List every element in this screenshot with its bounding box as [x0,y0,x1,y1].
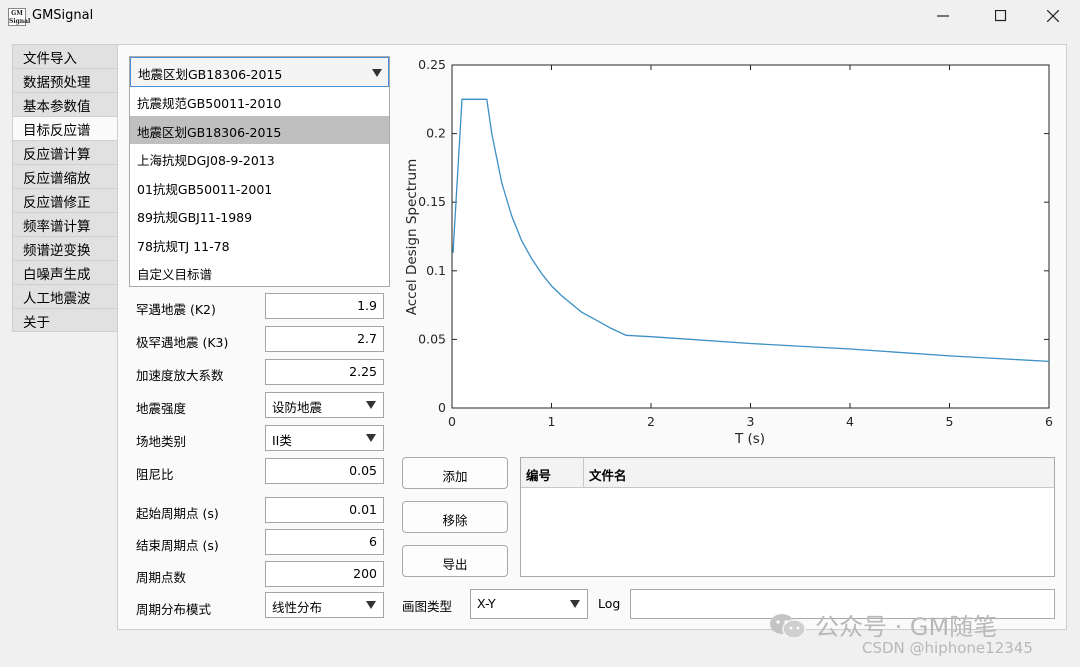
amp-field[interactable]: 2.25 [265,359,384,385]
chevron-down-icon [372,69,382,77]
y-tick-label: 0.25 [418,57,446,72]
y-tick-label: 0.2 [426,126,446,141]
maximize-icon [995,10,1007,22]
file-table[interactable]: 编号 文件名 [520,457,1055,577]
tab-10[interactable]: 人工地震波 [12,284,118,308]
period-count-label: 周期点数 [136,570,187,585]
close-icon [1047,10,1059,22]
dropdown-option[interactable]: 上海抗规DGJ08-9-2013 [130,144,389,173]
end-period-field[interactable]: 6 [265,529,384,555]
tab-0[interactable]: 文件导入 [12,44,118,68]
start-period-label: 起始周期点 (s) [136,506,219,521]
chevron-down-icon [366,434,376,442]
intensity-value: 设防地震 [272,400,323,415]
plot-type-label: 画图类型 [402,599,453,614]
dropdown-option[interactable]: 78抗规TJ 11-78 [130,230,389,259]
minimize-icon [937,15,949,17]
tab-4[interactable]: 反应谱计算 [12,140,118,164]
x-tick-label: 6 [1045,414,1053,429]
chevron-down-icon [570,600,580,608]
y-tick-label: 0.05 [418,331,446,346]
x-tick-label: 0 [448,414,456,429]
dropdown-option[interactable]: 自定义目标谱 [130,258,389,287]
y-tick-label: 0 [438,400,446,415]
watermark-text: 公众号 · GM随笔 [815,613,998,641]
column-divider [583,458,584,488]
close-button[interactable] [1030,0,1076,32]
period-mode-value: 线性分布 [272,600,323,615]
tab-list: 文件导入 数据预处理 基本参数值 目标反应谱 反应谱计算 反应谱缩放 反应谱修正 频率谱计算频… [12,44,118,332]
minimize-button[interactable] [920,0,966,32]
dropdown-option[interactable]: 01抗规GB50011-2001 [130,173,389,202]
spectrum-type-options: 抗震规范GB50011-2010 地震区划GB18306-2015 上海抗规DGJ0… [130,87,389,287]
chevron-down-icon [366,601,376,609]
remove-button[interactable]: 移除 [402,501,508,533]
log-label: Log [598,596,621,611]
x-tick-label: 1 [548,414,556,429]
tab-9[interactable]: 白噪声生成 [12,260,118,284]
tab-11[interactable]: 关于 [12,308,118,332]
k3-field[interactable]: 2.7 [265,326,384,352]
x-tick-label: 2 [647,414,655,429]
amp-label: 加速度放大系数 [136,368,224,383]
site-label: 场地类别 [136,434,187,449]
export-button[interactable]: 导出 [402,545,508,577]
k2-label: 罕遇地震 (K2) [136,302,216,317]
dropdown-option[interactable]: 地震区划GB18306-2015 [130,115,389,144]
intensity-label: 地震强度 [136,401,187,416]
k2-field[interactable]: 1.9 [265,293,384,319]
table-header: 编号 文件名 [521,458,1054,488]
period-count-field[interactable]: 200 [265,561,384,587]
k3-label: 极罕遇地震 (K3) [136,335,229,350]
damping-field[interactable]: 0.05 [265,458,384,484]
period-mode-select[interactable]: 线性分布 [265,592,384,618]
damping-label: 阻尼比 [136,467,174,482]
y-tick-label: 0.1 [426,263,446,278]
window-title: GMSignal [32,8,94,23]
column-header-filename: 文件名 [589,468,627,483]
x-axis-label: T (s) [734,431,765,447]
tab-3[interactable]: 目标反应谱 [12,116,118,140]
tab-8[interactable]: 频谱逆变换 [12,236,118,260]
start-period-field[interactable]: 0.01 [265,497,384,523]
intensity-select[interactable]: 设防地震 [265,392,384,418]
csdn-watermark: CSDN @hiphone12345 [862,639,1033,657]
spectrum-type-select[interactable]: 地震区划GB18306-2015 [130,57,389,87]
x-tick-label: 3 [747,414,755,429]
maximize-button[interactable] [978,0,1024,32]
tab-7[interactable]: 频率谱计算 [12,212,118,236]
x-tick-labels: 0 1 2 3 4 5 6 [448,414,1053,429]
site-select[interactable]: II类 [265,425,384,451]
tab-2[interactable]: 基本参数值 [12,92,118,116]
dropdown-option[interactable]: 抗震规范GB50011-2010 [130,87,389,116]
wechat-icon [770,614,806,639]
plot-type-select[interactable]: X-Y [470,589,588,619]
app-logo-icon: GM Signal [8,8,31,26]
chevron-down-icon [366,401,376,409]
add-button[interactable]: 添加 [402,457,508,489]
y-axis-label: Accel Design Spectrum [404,159,420,316]
tab-5[interactable]: 反应谱缩放 [12,164,118,188]
x-tick-label: 4 [846,414,854,429]
tab-6[interactable]: 反应谱修正 [12,188,118,212]
y-tick-label: 0.15 [418,194,446,209]
dropdown-option[interactable]: 89抗规GBJ11-1989 [130,201,389,230]
end-period-label: 结束周期点 (s) [136,538,219,553]
spectrum-chart: 0 1 2 3 4 5 6 0 0.05 0.1 0.15 0.2 0.25 T (s) Accel … [404,57,1053,447]
column-header-id: 编号 [526,468,552,483]
tab-1[interactable]: 数据预处理 [12,68,118,92]
site-value: II类 [272,433,292,448]
x-tick-label: 5 [946,414,954,429]
title-bar: GM Signal GMSignal [0,0,1080,34]
period-mode-label: 周期分布模式 [136,602,212,617]
plot-type-value: X-Y [477,596,496,611]
spectrum-type-dropdown[interactable]: 地震区划GB18306-2015 抗震规范GB50011-2010 地震区划GB1… [129,56,390,287]
y-tick-labels: 0 0.05 0.1 0.15 0.2 0.25 [418,57,446,415]
spectrum-type-value: 地震区划GB18306-2015 [138,67,283,82]
